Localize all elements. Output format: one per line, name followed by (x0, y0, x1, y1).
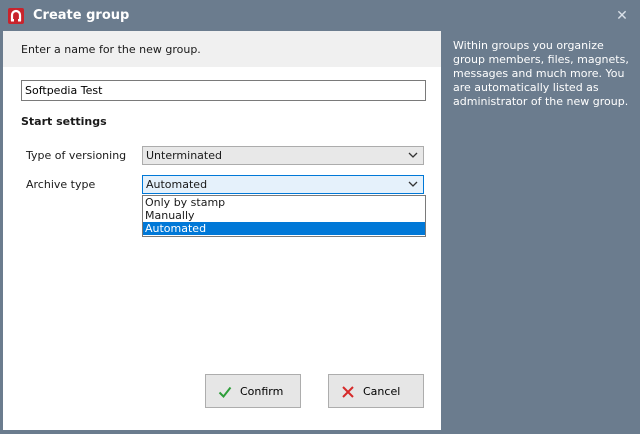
archive-type-label: Archive type (26, 178, 96, 191)
confirm-button[interactable]: Confirm (205, 374, 301, 408)
option-manually[interactable]: Manually (143, 209, 425, 222)
cancel-label: Cancel (363, 385, 401, 398)
option-automated[interactable]: Automated (143, 222, 425, 235)
versioning-select[interactable]: Unterminated (142, 146, 424, 165)
cancel-button[interactable]: Cancel (328, 374, 424, 408)
magnet-icon (8, 8, 24, 24)
close-button[interactable]: ✕ (614, 8, 630, 24)
window-title: Create group (33, 8, 130, 23)
confirm-label: Confirm (240, 385, 284, 398)
main-panel: Enter a name for the new group. Start se… (3, 31, 441, 430)
header-strip: Enter a name for the new group. (3, 31, 441, 67)
archive-type-dropdown: Only by stamp Manually Automated (142, 195, 426, 237)
close-icon: ✕ (616, 8, 628, 24)
versioning-label: Type of versioning (26, 149, 127, 162)
name-prompt: Enter a name for the new group. (21, 43, 201, 56)
archive-type-select[interactable]: Automated (142, 175, 424, 194)
window-bottom-border (0, 430, 640, 434)
chevron-down-icon (408, 152, 418, 158)
info-panel: Within groups you organize group members… (441, 31, 637, 430)
versioning-value: Unterminated (146, 149, 222, 162)
create-group-window: Create group ✕ Enter a name for the new … (0, 0, 640, 434)
info-text: Within groups you organize group members… (453, 39, 629, 108)
title-bar[interactable]: Create group ✕ (0, 0, 640, 31)
archive-type-value: Automated (146, 178, 208, 191)
cross-icon (342, 386, 354, 398)
option-only-by-stamp[interactable]: Only by stamp (143, 196, 425, 209)
chevron-down-icon (408, 181, 418, 187)
group-name-input[interactable] (21, 80, 426, 101)
checkmark-icon (218, 386, 232, 399)
start-settings-heading: Start settings (21, 115, 107, 128)
